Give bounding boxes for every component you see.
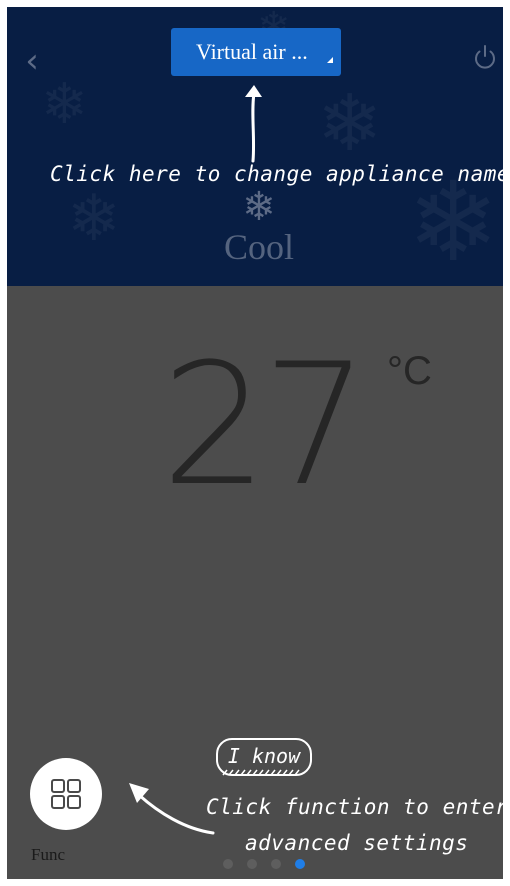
func-hint-line1: Click function to enter	[206, 795, 503, 819]
func-button[interactable]	[30, 758, 102, 830]
page-dot-active[interactable]	[295, 859, 305, 869]
underline-hatch-icon	[222, 769, 300, 776]
name-hint-text: Click here to change appliance name	[50, 162, 503, 186]
caret-icon	[327, 57, 333, 63]
chevron-left-icon: ‹	[25, 41, 39, 81]
page-indicator	[223, 859, 305, 871]
page-dot[interactable]	[223, 859, 233, 869]
grid-icon	[51, 779, 81, 809]
appliance-name: Virtual air ...	[196, 39, 308, 64]
appliance-name-button[interactable]: Virtual air ...	[171, 28, 341, 76]
page-dot[interactable]	[247, 859, 257, 869]
app-screen: ❄ ❄ ❄ ❄ ❄ ‹ Virtual air ... ❄ Cool 27 °C	[7, 7, 503, 879]
page-dot[interactable]	[271, 859, 281, 869]
mode-label: Cool	[223, 227, 294, 267]
background-snowflake-icon: ❄	[67, 182, 121, 256]
background-snowflake-icon: ❄	[41, 72, 88, 137]
func-label: Func	[31, 845, 65, 864]
temperature-value: 27	[161, 327, 369, 523]
back-button[interactable]: ‹	[17, 41, 47, 81]
arrow-up-icon	[245, 85, 262, 163]
power-button[interactable]	[471, 43, 499, 71]
func-hint-line2: advanced settings	[245, 831, 469, 855]
arrow-left-icon	[129, 783, 215, 835]
power-icon	[475, 45, 495, 69]
temperature-unit: °C	[387, 349, 432, 393]
background-snowflake-icon: ❄	[317, 79, 383, 169]
